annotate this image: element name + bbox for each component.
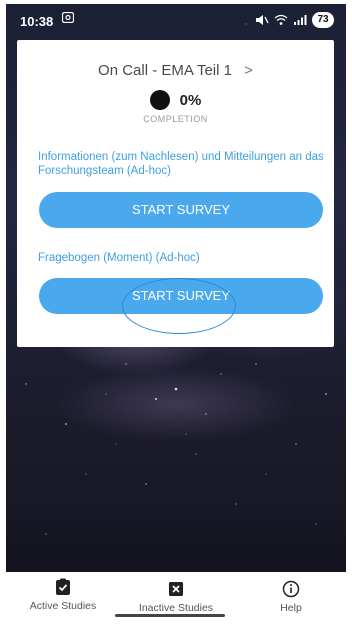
nav-label-active: Active Studies <box>29 600 97 612</box>
phone-screen: 10:38 73 On Call - EMA Teil 1 > 0% COMPL… <box>6 4 346 626</box>
clipboard-check-icon <box>56 578 70 595</box>
nav-help[interactable]: Help <box>236 580 346 614</box>
wifi-icon <box>274 14 288 25</box>
start-survey-button-info[interactable]: START SURVEY <box>39 192 323 228</box>
status-time: 10:38 <box>20 14 54 29</box>
nav-label-inactive: Inactive Studies <box>138 602 214 614</box>
chevron-right-icon[interactable]: > <box>244 62 253 79</box>
home-indicator[interactable] <box>115 614 225 617</box>
bottom-navigation: Active Studies Inactive Studies Help <box>6 572 346 626</box>
status-icons: 73 <box>255 12 334 28</box>
info-icon <box>282 580 300 598</box>
survey-description-moment: Fragebogen (Moment) (Ad-hoc) <box>38 252 200 264</box>
progress-row: 0% <box>17 90 334 110</box>
nav-label-help: Help <box>280 602 302 614</box>
close-box-icon <box>169 582 183 596</box>
study-title[interactable]: On Call - EMA Teil 1 <box>98 62 232 79</box>
nav-active-studies[interactable]: Active Studies <box>8 578 118 612</box>
progress-value: 0% <box>179 91 202 109</box>
nav-inactive-studies[interactable]: Inactive Studies <box>121 580 231 614</box>
highlight-circle-annotation <box>122 278 236 334</box>
progress-circle <box>149 90 170 110</box>
completion-label: COMPLETION <box>143 114 208 124</box>
signal-icon <box>294 15 307 25</box>
survey-description-info: Informationen (zum Nachlesen) und Mittei… <box>38 151 324 177</box>
status-bar: 10:38 73 <box>6 4 346 36</box>
study-title-row[interactable]: On Call - EMA Teil 1 > <box>17 62 334 79</box>
mute-icon <box>256 15 269 25</box>
battery-indicator: 73 <box>312 12 334 28</box>
study-card: On Call - EMA Teil 1 > 0% COMPLETION Inf… <box>17 40 334 347</box>
screenshot-icon <box>62 12 74 23</box>
